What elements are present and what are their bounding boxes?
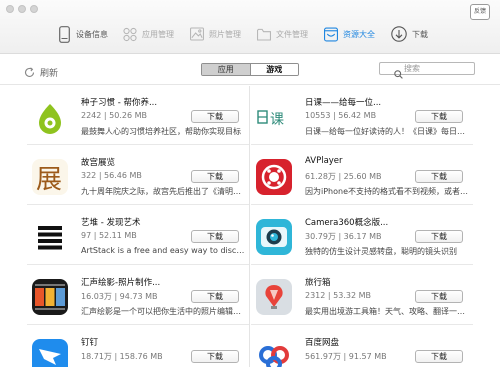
apps-grid-icon (123, 25, 137, 43)
app-description: 汇声绘影是一个可以把你生活中的照片编辑成视频 (81, 307, 247, 316)
photo-icon (190, 25, 204, 43)
minimize-window-button[interactable] (18, 5, 26, 13)
nav-label: 应用管理 (142, 29, 174, 39)
app-name: 日课——给每一位... (305, 98, 382, 108)
app-name: 钉钉 (81, 338, 99, 348)
download-button[interactable]: 下载 (415, 110, 463, 123)
download-button[interactable]: 下载 (415, 290, 463, 303)
download-button[interactable]: 下载 (191, 110, 239, 123)
toolbar: 刷新 应用 游戏 (0, 55, 500, 85)
app-card[interactable]: 钉钉 18.71万 | 158.76 MB 下载 (27, 326, 249, 367)
app-card[interactable]: 课 日课——给每一位... 10553 | 56.42 MB 日课—给每一位好读… (251, 86, 473, 145)
app-name: 百度网盘 (305, 338, 340, 348)
app-card[interactable]: 百度网盘 561.97万 | 91.57 MB 下载 (251, 326, 473, 367)
column-divider (249, 86, 250, 367)
download-button[interactable]: 下载 (191, 230, 239, 243)
app-description: 九十周年院庆之际，故宫先后推出了《清明上河图》 (81, 187, 247, 196)
nav-file-management[interactable]: 文件管理 (257, 22, 308, 46)
app-meta: 2242 | 50.26 MB (81, 111, 147, 120)
folder-icon (257, 25, 271, 43)
nav-photo-management[interactable]: 照片管理 (190, 22, 241, 46)
app-meta: 2312 | 53.32 MB (305, 291, 371, 300)
app-meta: 16.03万 | 94.73 MB (81, 292, 158, 301)
search-input[interactable] (404, 64, 464, 73)
app-card[interactable]: AVPlayer 61.28万 | 25.60 MB 因为iPhone不支持的格… (251, 146, 473, 205)
app-card[interactable]: 展 故宫展览 322 | 56.46 MB 九十周年院庆之际，故宫先后推出了《清… (27, 146, 249, 205)
app-name: 艺堆 - 发现艺术 (81, 218, 141, 228)
search-box[interactable] (379, 62, 475, 79)
app-meta: 10553 | 56.42 MB (305, 111, 377, 120)
app-meta: 97 | 52.11 MB (81, 231, 137, 240)
app-meta: 61.28万 | 25.60 MB (305, 172, 382, 181)
nav-resource-store[interactable]: 资源大全 (324, 22, 375, 46)
download-button[interactable]: 下载 (415, 170, 463, 183)
search-icon (394, 64, 403, 83)
app-name: 种子习惯 - 帮你养... (81, 98, 158, 108)
refresh-label: 刷新 (40, 69, 59, 79)
nav-downloads[interactable]: 下载 (391, 22, 428, 46)
download-button[interactable]: 下载 (415, 230, 463, 243)
app-description: 独特的仿生设计灵感转盘，聪明的镜头识别 (305, 247, 457, 256)
app-card[interactable]: 汇声绘影-照片制作... 16.03万 | 94.73 MB 汇声绘影是一个可以… (27, 266, 249, 325)
app-card[interactable]: 旅行箱 2312 | 53.32 MB 最实用出境游工具箱！天气、攻略、翻译一应… (251, 266, 473, 325)
app-meta: 18.71万 | 158.76 MB (81, 352, 163, 361)
app-card[interactable]: Camera360概念版... 30.79万 | 36.17 MB 独特的仿生设… (251, 206, 473, 265)
baidu-netdisk-icon (256, 339, 292, 367)
app-list: 种子习惯 - 帮你养... 2242 | 50.26 MB 最鼓舞人心的习惯培养… (27, 86, 473, 367)
app-meta: 322 | 56.46 MB (81, 171, 142, 180)
app-card[interactable]: 种子习惯 - 帮你养... 2242 | 50.26 MB 最鼓舞人心的习惯培养… (27, 86, 249, 145)
seed-habit-icon (32, 99, 68, 135)
app-name: AVPlayer (305, 156, 343, 166)
app-meta: 30.79万 | 36.17 MB (305, 232, 382, 241)
app-description: 因为iPhone不支持的格式看不到视频，或者说更多 (305, 187, 471, 196)
camera360-icon (256, 219, 292, 255)
feedback-button[interactable]: 反馈 (470, 4, 490, 20)
app-card[interactable]: 艺堆 - 发现艺术 97 | 52.11 MB ArtStack is a fr… (27, 206, 249, 265)
zoom-window-button[interactable] (30, 5, 38, 13)
download-circle-icon (391, 25, 407, 43)
app-window: 反馈 设备信息 应用管理 照片管理 文件管理 资源大全 下载 刷新 应用 游戏 … (0, 0, 500, 367)
svg-text:课: 课 (270, 112, 284, 128)
app-name: 故宫展览 (81, 158, 116, 168)
download-button[interactable]: 下载 (415, 350, 463, 363)
nav-device-info[interactable]: 设备信息 (57, 22, 108, 46)
artstack-icon (32, 219, 68, 255)
close-window-button[interactable] (6, 5, 14, 13)
nav-label: 下载 (412, 29, 428, 39)
app-meta: 561.97万 | 91.57 MB (305, 352, 387, 361)
nav-label: 资源大全 (343, 29, 375, 39)
app-description: ArtStack is a free and easy way to disco… (81, 246, 247, 255)
tab-games[interactable]: 游戏 (250, 64, 298, 75)
download-button[interactable]: 下载 (191, 350, 239, 363)
app-name: 旅行箱 (305, 278, 331, 288)
nav-label: 照片管理 (209, 29, 241, 39)
resource-store-icon (324, 25, 338, 43)
svg-text:展: 展 (36, 165, 62, 195)
app-description: 日课—给每一位好读诗的人！《日课》每日一首 (305, 127, 471, 136)
refresh-button[interactable]: 刷新 (24, 63, 58, 82)
dingtalk-icon (32, 339, 68, 367)
travel-box-icon (256, 279, 292, 315)
download-button[interactable]: 下载 (191, 290, 239, 303)
avplayer-icon (256, 159, 292, 195)
video-maker-icon (32, 279, 68, 315)
palace-exhibit-icon: 展 (32, 159, 68, 195)
rike-icon: 课 (256, 99, 292, 135)
nav-label: 文件管理 (276, 29, 308, 39)
tab-apps[interactable]: 应用 (202, 64, 251, 75)
device-icon (57, 25, 71, 43)
app-description: 最实用出境游工具箱！天气、攻略、翻译一应俱全 (305, 307, 471, 316)
refresh-icon (24, 63, 35, 82)
app-name: 汇声绘影-照片制作... (81, 278, 161, 288)
app-name: Camera360概念版... (305, 218, 389, 228)
category-segmented-control: 应用 游戏 (201, 63, 299, 76)
download-button[interactable]: 下载 (191, 170, 239, 183)
nav-label: 设备信息 (76, 29, 108, 39)
title-bar: 反馈 设备信息 应用管理 照片管理 文件管理 资源大全 下载 (0, 0, 500, 54)
app-description: 最鼓舞人心的习惯培养社区，帮助你实现目标 (81, 127, 241, 136)
nav-app-management[interactable]: 应用管理 (123, 22, 174, 46)
